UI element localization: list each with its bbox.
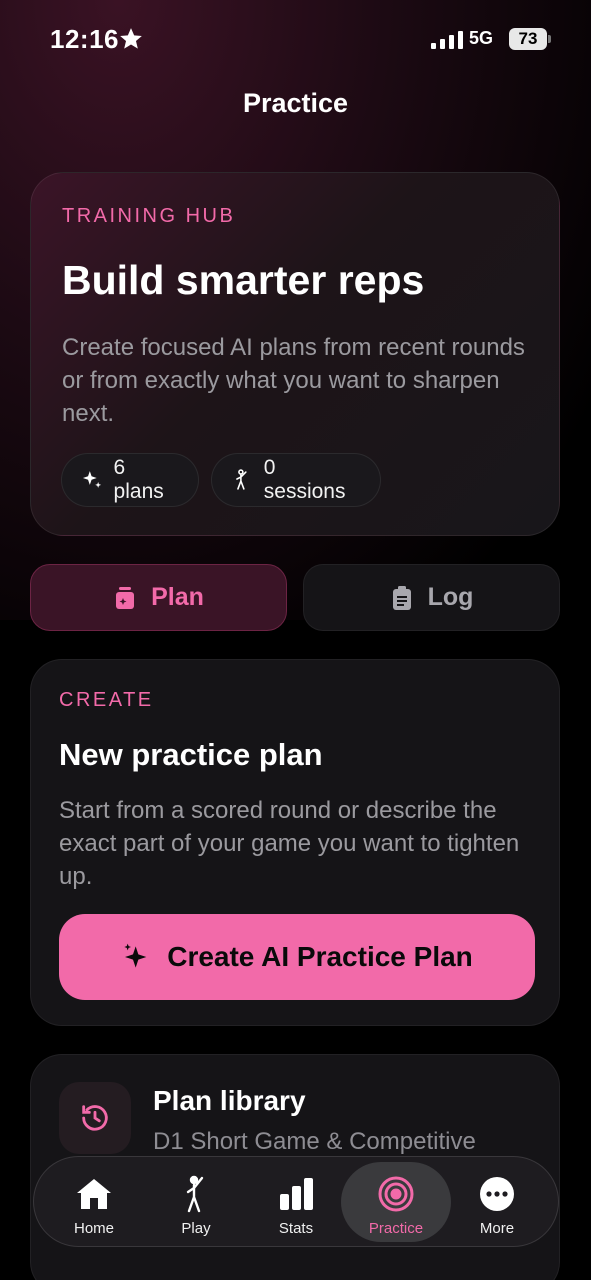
tab-more[interactable]: More (447, 1162, 547, 1242)
home-icon (77, 1179, 111, 1209)
status-bar: 12:16 5G 73 (0, 0, 591, 80)
sessions-count-chip: 0 sessions (211, 453, 381, 507)
create-description: Start from a scored round or describe th… (59, 797, 520, 890)
create-ai-plan-label: Create AI Practice Plan (167, 941, 473, 972)
training-hub-card: TRAINING HUB Build smarter reps Create f… (30, 172, 560, 536)
create-title: New practice plan (59, 737, 323, 772)
tab-stats-label: Stats (278, 1220, 314, 1237)
create-eyebrow: CREATE (59, 689, 154, 711)
plan-icon (116, 586, 135, 609)
library-title: Plan library (153, 1085, 306, 1116)
sparkle-icon (124, 943, 147, 968)
tab-home[interactable]: Home (44, 1162, 144, 1242)
tab-practice[interactable]: Practice (341, 1162, 451, 1242)
tab-log[interactable]: Log (303, 564, 560, 631)
tab-play-label: Play (181, 1220, 211, 1237)
library-subtitle: D1 Short Game & Competitive (153, 1128, 476, 1155)
tab-practice-label: Practice (368, 1220, 424, 1237)
create-plan-card: CREATE New practice plan Start from a sc… (30, 659, 560, 1026)
tab-stats[interactable]: Stats (246, 1162, 346, 1242)
create-ai-plan-button[interactable]: Create AI Practice Plan (59, 914, 535, 1000)
tab-more-label: More (479, 1220, 515, 1237)
bottom-tab-bar: Home Play Stats Practice More (33, 1156, 559, 1247)
bar-chart-icon (280, 1178, 313, 1210)
golfer-icon (186, 1175, 204, 1213)
page-title: Practice (242, 88, 349, 118)
more-icon (480, 1177, 514, 1211)
tab-home-label: Home (73, 1220, 114, 1237)
tab-plan[interactable]: Plan (30, 564, 287, 631)
sparkle-icon (82, 471, 102, 488)
tab-plan-label: Plan (151, 583, 204, 611)
star-icon (120, 28, 142, 49)
battery-indicator: 73 (509, 28, 547, 50)
clipboard-icon (392, 585, 411, 610)
battery-tip (548, 35, 551, 43)
history-icon (82, 1105, 108, 1131)
hero-title: Build smarter reps (62, 257, 425, 303)
sessions-count-label: 0 sessions (263, 456, 346, 503)
target-icon (378, 1176, 414, 1212)
status-time: 12:16 (50, 24, 119, 54)
signal-icon (431, 31, 463, 49)
golfer-icon (236, 469, 247, 490)
history-icon-container (59, 1082, 131, 1154)
hero-description: Create focused AI plans from recent roun… (62, 334, 525, 427)
network-label: 5G (469, 28, 494, 48)
plans-count-label: 6 plans (113, 456, 164, 503)
tab-play[interactable]: Play (146, 1162, 246, 1242)
plans-count-chip: 6 plans (61, 453, 199, 507)
hero-eyebrow: TRAINING HUB (62, 205, 236, 227)
tab-log-label: Log (427, 583, 474, 611)
